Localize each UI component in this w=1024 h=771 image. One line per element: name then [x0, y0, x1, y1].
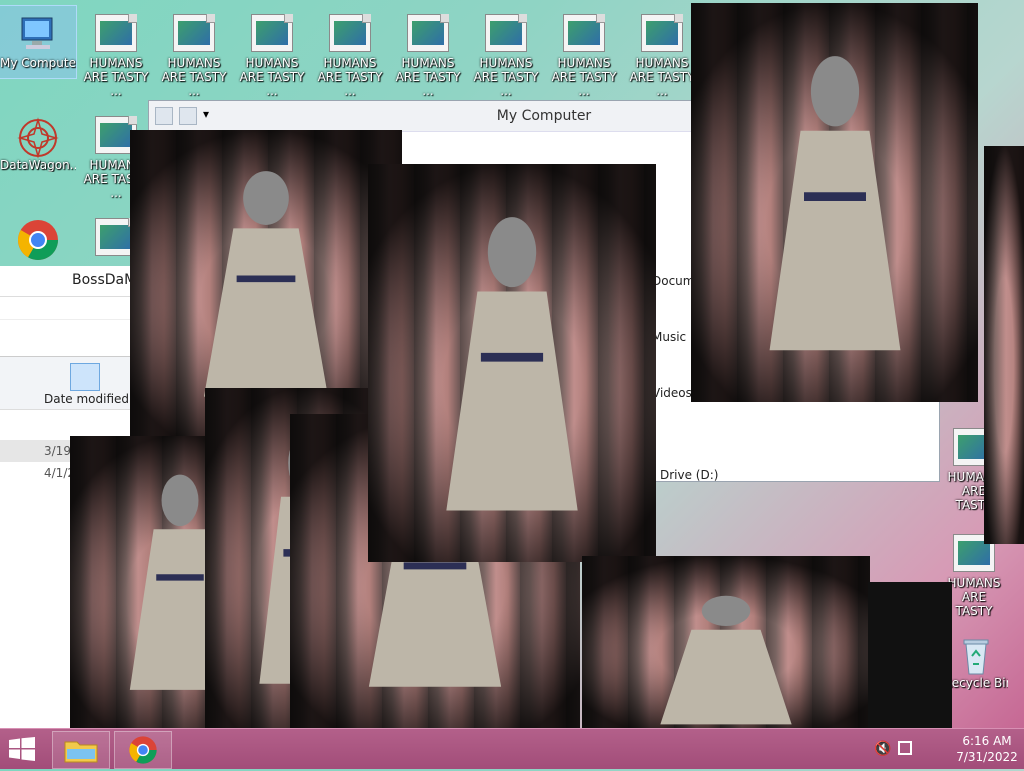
doll-figure — [660, 595, 792, 725]
photo-window[interactable] — [582, 556, 870, 728]
computer-icon — [16, 14, 60, 54]
desktop-icon-label: Recycle Bin — [944, 676, 1008, 690]
desktop-icon-label: HUMANS ARE TASTY ... — [317, 56, 383, 98]
desktop-icon-humans-6[interactable]: HUMANS ARE TASTY ... — [468, 6, 544, 98]
doll-figure — [769, 56, 900, 351]
clock-date: 7/31/2022 — [956, 750, 1018, 764]
desktop-icon-humans-1[interactable]: HUMANS ARE TASTY ... — [78, 6, 154, 98]
document-icon — [484, 14, 528, 54]
photo-window[interactable] — [984, 146, 1024, 544]
doll-figure — [446, 216, 578, 511]
chrome-icon — [16, 218, 60, 260]
document-icon — [406, 14, 450, 54]
desktop-icon-label: HUMANS ARE TASTY ... — [239, 56, 305, 98]
folder-icon — [64, 741, 98, 763]
photo-window[interactable] — [368, 164, 656, 562]
document-icon — [250, 14, 294, 54]
document-icon — [172, 14, 216, 54]
document-icon — [328, 14, 372, 54]
desktop-icon-humans-2[interactable]: HUMANS ARE TASTY ... — [156, 6, 232, 98]
desktop-icon-humans-3[interactable]: HUMANS ARE TASTY ... — [234, 6, 310, 98]
desktop-icon-recycle-bin[interactable]: Recycle Bin — [944, 626, 1008, 690]
taskbar: 🔇 6:16 AM 7/31/2022 — [0, 728, 1024, 769]
desktop-icon-label: HUMANS ARE TASTY ... — [473, 56, 539, 98]
chrome-icon — [129, 736, 157, 764]
document-icon — [640, 14, 684, 54]
desktop-icon-humans-5[interactable]: HUMANS ARE TASTY ... — [390, 6, 466, 98]
desktop-icon-label: HUMANS ARE TASTY ... — [161, 56, 227, 98]
datawagon-icon — [16, 116, 60, 159]
desktop-icon-label: HUMANS ARE TASTY ... — [551, 56, 617, 98]
network-icon[interactable] — [898, 741, 912, 755]
desktop-icon-datawagon[interactable]: DataWagon... — [0, 108, 76, 172]
start-button[interactable] — [8, 737, 38, 761]
document-icon — [562, 14, 606, 54]
photo-window[interactable] — [691, 3, 978, 402]
desktop-icon-label: HUMANS ARE TASTY ... — [629, 56, 695, 98]
desktop-icon-label: My Computer — [0, 56, 76, 70]
taskbar-clock[interactable]: 6:16 AM 7/31/2022 — [954, 733, 1020, 765]
desktop-icon-my-computer[interactable]: My Computer — [0, 5, 77, 79]
desktop-icon-humans-7[interactable]: HUMANS ARE TASTY ... — [546, 6, 622, 98]
sidebar-item-music[interactable]: Music — [652, 330, 686, 344]
column-header-date-modified[interactable]: Date modified — [44, 392, 129, 406]
clock-time: 6:16 AM — [962, 734, 1012, 748]
desktop-icon-label: HUMANS ARE TASTY ... — [395, 56, 461, 98]
desktop-icon-label: DataWagon... — [0, 158, 76, 172]
desktop-icon-chrome[interactable] — [0, 210, 76, 260]
sidebar-item-videos[interactable]: Videos — [652, 386, 692, 400]
photo-window[interactable] — [868, 582, 952, 728]
windows-logo-icon — [9, 737, 35, 761]
window-title-fragment: BossDaM — [72, 272, 137, 288]
desktop-icon-label: HUMANS ARE TASTY ... — [83, 56, 149, 98]
layout-view-button[interactable] — [70, 363, 100, 391]
recycle-bin-icon — [954, 634, 998, 675]
drive-d-label[interactable]: Drive (D:) — [660, 468, 718, 482]
desktop-icon-label: HUMANS ARE TASTY — [947, 576, 1001, 618]
volume-muted-icon[interactable]: 🔇 — [874, 741, 891, 757]
taskbar-file-explorer[interactable] — [52, 731, 110, 769]
taskbar-chrome[interactable] — [114, 731, 172, 769]
document-icon — [94, 14, 138, 54]
desktop-icon-humans-4[interactable]: HUMANS ARE TASTY ... — [312, 6, 388, 98]
desktop-icon-humans-8[interactable]: HUMANS ARE TASTY ... — [624, 6, 700, 98]
